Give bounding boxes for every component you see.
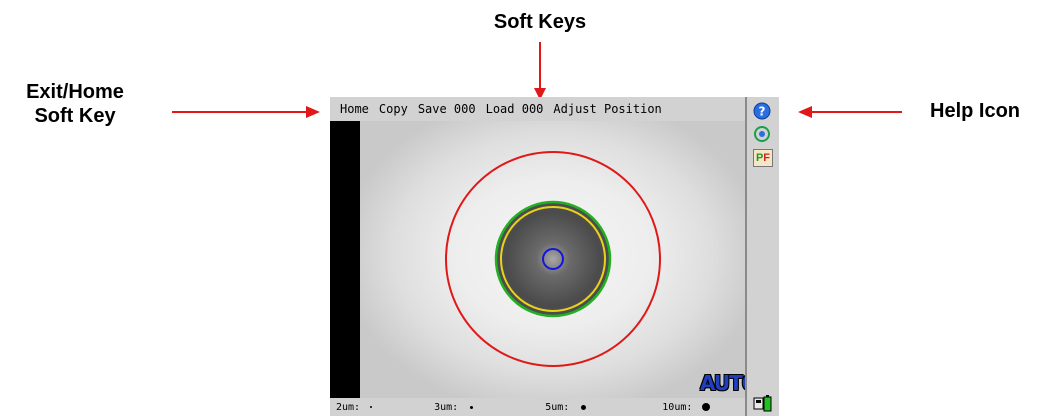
scale-item-5um: 5um: <box>545 401 587 413</box>
save-softkey[interactable]: Save 000 <box>413 102 481 116</box>
help-icon[interactable]: ? <box>753 102 771 120</box>
help-arrowhead <box>798 106 812 118</box>
battery-icon <box>753 395 772 412</box>
scale-legend-bar: 2um: 3um: 5um: 10um: <box>330 398 745 416</box>
target-icon[interactable] <box>753 125 771 143</box>
left-black-strip <box>330 121 360 398</box>
scale-dot-3um <box>470 405 474 409</box>
scale-item-10um: 10um: <box>662 401 711 413</box>
side-icon-panel: ? PF <box>745 97 779 416</box>
adjust-position-softkey[interactable]: Adjust Position <box>548 102 666 116</box>
scale-label-2um: 2um: <box>336 401 361 413</box>
scale-item-3um: 3um: <box>434 401 474 413</box>
scale-dot-2um <box>370 406 373 408</box>
soft-key-bar: Home Copy Save 000 Load 000 Adjust Posit… <box>330 97 745 121</box>
auto-mode-badge: AUTO <box>700 371 745 395</box>
scale-label-5um: 5um: <box>545 401 570 413</box>
scale-dot-5um <box>581 404 587 410</box>
scale-label-3um: 3um: <box>434 401 459 413</box>
exit-home-arrowhead <box>306 106 320 118</box>
scale-item-2um: 2um: <box>336 401 373 413</box>
device-screen: Home Copy Save 000 Load 000 Adjust Posit… <box>330 97 779 416</box>
copy-softkey[interactable]: Copy <box>374 102 413 116</box>
load-softkey[interactable]: Load 000 <box>481 102 549 116</box>
fiber-end-face-view: AUTO <box>360 121 745 398</box>
home-softkey[interactable]: Home <box>330 102 374 116</box>
scale-dot-10um <box>702 403 711 411</box>
scale-label-10um: 10um: <box>662 401 693 413</box>
svg-text:?: ? <box>759 105 766 119</box>
fiber-overlay <box>445 151 661 367</box>
core-disc <box>505 211 601 307</box>
pass-fail-icon[interactable]: PF <box>753 149 773 167</box>
